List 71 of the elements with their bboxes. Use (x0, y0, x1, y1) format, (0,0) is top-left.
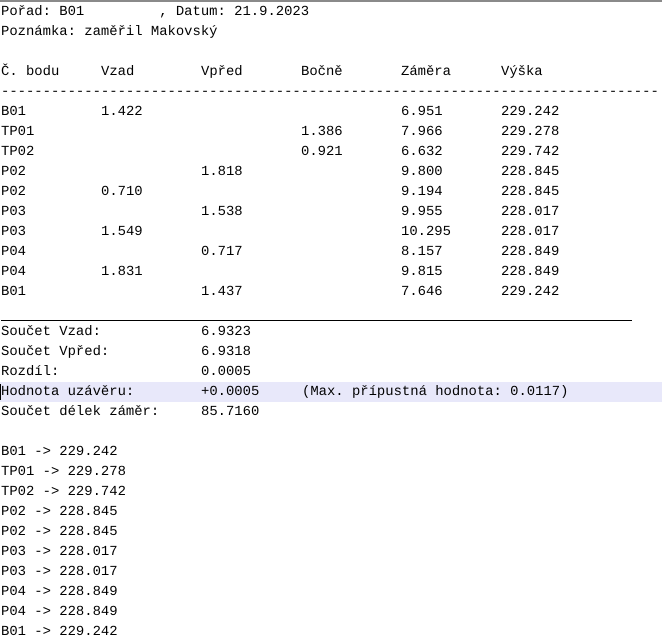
table-cell: 229.742 (501, 144, 560, 160)
summary-label: Hodnota uzávěru: (1, 384, 134, 400)
table-cell: 1.422 (101, 104, 143, 120)
result-line: TP01 -> 229.278 (1, 463, 126, 481)
table-cell: TP01 (1, 124, 34, 140)
summary-label: Součet délek záměr: (1, 404, 160, 420)
result-line: P02 -> 228.845 (1, 523, 118, 541)
column-header: Výška (501, 63, 544, 81)
column-header: Bočně (301, 63, 344, 81)
header-line: Poznámka: zaměřil Makovský (1, 23, 218, 41)
summary-value: 6.9318 (201, 344, 251, 360)
table-cell: 0.717 (201, 244, 243, 260)
table-cell: 9.194 (401, 184, 443, 200)
table-cell: 6.951 (401, 104, 443, 120)
summary-label: Rozdíl: (1, 364, 60, 380)
table-cell: 228.017 (501, 224, 560, 240)
dash-separator: ------------------------------------------------------------------------------- (1, 83, 659, 101)
result-line: TP02 -> 229.742 (1, 483, 126, 501)
column-header: Záměra (401, 63, 452, 81)
table-cell: B01 (1, 104, 26, 120)
table-cell: P03 (1, 224, 26, 240)
table-cell: 10.295 (401, 224, 451, 240)
table-cell: 9.800 (401, 164, 443, 180)
table-cell: P02 (1, 184, 26, 200)
result-line: P04 -> 228.849 (1, 583, 118, 601)
table-cell: 228.845 (501, 164, 560, 180)
result-line: P03 -> 228.017 (1, 543, 118, 561)
table-cell: 1.538 (201, 204, 243, 220)
table-cell: 9.815 (401, 264, 443, 280)
summary-value: 85.7160 (201, 404, 260, 420)
table-cell: 1.549 (101, 224, 143, 240)
table-cell: 7.966 (401, 124, 443, 140)
table-cell: 7.646 (401, 284, 443, 300)
table-cell: 0.921 (301, 144, 343, 160)
text-cursor (0, 384, 1, 400)
summary-value: 0.0005 (201, 364, 251, 380)
result-line: B01 -> 229.242 (1, 623, 118, 641)
header-line: Pořad: B01 , Datum: 21.9.2023 (1, 3, 310, 21)
column-header: Č. bodu (1, 63, 60, 81)
table-cell: 6.632 (401, 144, 443, 160)
table-cell: 8.157 (401, 244, 443, 260)
table-cell: 229.242 (501, 104, 560, 120)
table-cell: 1.437 (201, 284, 243, 300)
column-header: Vzad (101, 63, 136, 81)
table-cell: P04 (1, 244, 26, 260)
table-cell: 1.386 (301, 124, 343, 140)
summary-label: Součet Vpřed: (1, 344, 110, 360)
table-cell: 228.017 (501, 204, 560, 220)
summary-note: (Max. přípustná hodnota: 0.0117) (302, 383, 568, 401)
table-cell: 0.710 (101, 184, 143, 200)
table-cell: P04 (1, 264, 26, 280)
table-cell: 9.955 (401, 204, 443, 220)
summary-label: Součet Vzad: (1, 324, 101, 340)
table-cell: B01 (1, 284, 26, 300)
table-cell: 228.849 (501, 244, 560, 260)
result-line: P03 -> 228.017 (1, 563, 118, 581)
result-line: P02 -> 228.845 (1, 503, 118, 521)
column-header: Vpřed (201, 63, 244, 81)
table-cell: P03 (1, 204, 26, 220)
table-cell: 228.849 (501, 264, 560, 280)
summary-value: +0.0005 (201, 384, 260, 400)
summary-value: 6.9323 (201, 324, 251, 340)
table-cell: 229.278 (501, 124, 560, 140)
table-cell: 228.845 (501, 184, 560, 200)
result-line: P04 -> 228.849 (1, 603, 118, 621)
table-cell: 1.818 (201, 164, 243, 180)
table-cell: 229.242 (501, 284, 560, 300)
result-line: B01 -> 229.242 (1, 443, 118, 461)
table-cell: 1.831 (101, 264, 143, 280)
table-cell: P02 (1, 164, 26, 180)
table-cell: TP02 (1, 144, 34, 160)
